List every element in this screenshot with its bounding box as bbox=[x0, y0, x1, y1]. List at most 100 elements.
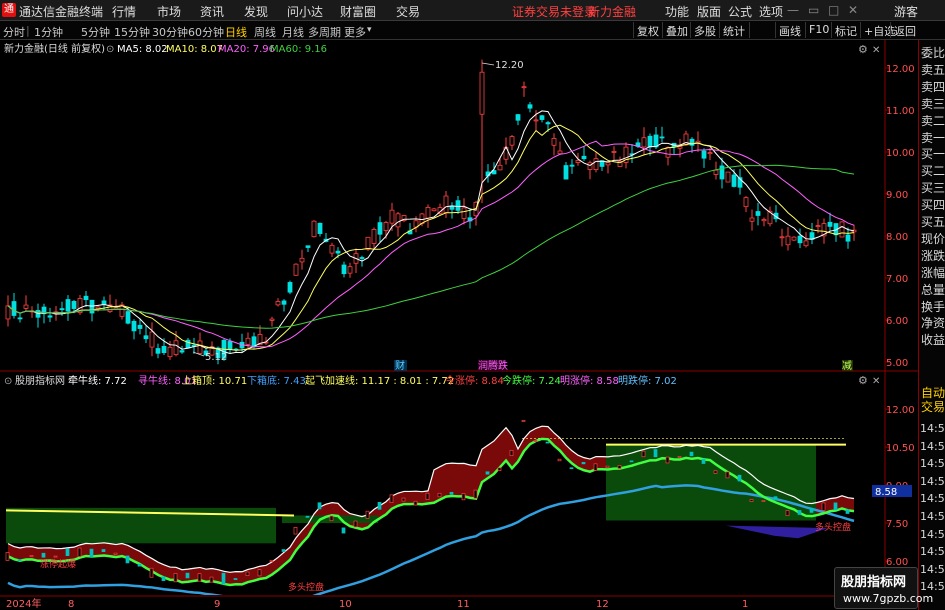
f10-button[interactable]: F10 bbox=[805, 22, 832, 38]
ma20-label: MA20: 7.96 bbox=[218, 44, 275, 55]
multi-stock-button[interactable]: 多股 bbox=[690, 22, 719, 38]
tick-time-7: 14:56 bbox=[920, 545, 945, 559]
sidebar-item-9[interactable]: 买四 bbox=[921, 198, 945, 212]
period-daily[interactable]: 日线 bbox=[225, 24, 247, 40]
restore-icon[interactable]: ▭ bbox=[808, 3, 819, 17]
indicator-close-icon[interactable]: ✕ bbox=[872, 376, 880, 387]
indicator-candle bbox=[485, 471, 490, 475]
indicator-candle bbox=[365, 510, 370, 519]
title-bar: 通 通达信金融终端 行情 市场 资讯 发现 问小达 财富圈 交易 证券交易未登录… bbox=[0, 0, 945, 21]
menu-item-discover[interactable]: 发现 bbox=[244, 3, 268, 20]
sidebar-item-12[interactable]: 涨跌 bbox=[921, 249, 945, 263]
auto-trade-button[interactable]: 自动交易 bbox=[921, 386, 945, 414]
period-30min[interactable]: 30分钟 bbox=[152, 24, 188, 40]
indicator-candle bbox=[281, 549, 286, 552]
chart-area[interactable]: 12.00 11.00 10.00 9.00 8.00 7.00 6.00 5.00 12.0… bbox=[0, 40, 918, 609]
sidebar-item-3[interactable]: 卖三 bbox=[921, 97, 945, 111]
mark-button[interactable]: 标记 bbox=[831, 22, 860, 38]
indicator-candle bbox=[593, 463, 598, 471]
candle-body bbox=[533, 119, 539, 122]
period-15min[interactable]: 15分钟 bbox=[114, 24, 150, 40]
candle-body bbox=[359, 257, 365, 259]
sidebar-item-7[interactable]: 买二 bbox=[921, 164, 945, 178]
panel-close-icon[interactable]: ✕ bbox=[872, 45, 880, 56]
sidebar-item-17[interactable]: 收益 bbox=[921, 333, 945, 347]
sidebar-item-0[interactable]: 委比 bbox=[921, 46, 945, 60]
period-5min[interactable]: 5分钟 bbox=[81, 24, 110, 40]
fuquan-button[interactable]: 复权 bbox=[633, 22, 662, 38]
settings-gear-icon[interactable]: ⚙ bbox=[858, 43, 868, 56]
sidebar-item-13[interactable]: 涨幅 bbox=[921, 266, 945, 280]
overlay-button[interactable]: 叠加 bbox=[662, 22, 691, 38]
menu-function[interactable]: 功能 bbox=[665, 3, 689, 20]
menu-options[interactable]: 选项 bbox=[759, 3, 783, 20]
tick-time-1: 14:56 bbox=[920, 439, 945, 453]
indicator-toggle-icon[interactable]: ⊙ bbox=[4, 376, 12, 387]
candle-body bbox=[275, 301, 281, 306]
period-monthly[interactable]: 月线 bbox=[282, 24, 304, 40]
candle-body bbox=[311, 220, 317, 238]
price-axis-label: 11.00 bbox=[886, 106, 915, 117]
sidebar-item-11[interactable]: 现价 bbox=[921, 232, 945, 246]
menu-item-wenxiaoda[interactable]: 问小达 bbox=[287, 3, 323, 20]
sidebar-item-6[interactable]: 买一 bbox=[921, 147, 945, 161]
statistics-button[interactable]: 统计 bbox=[719, 22, 748, 38]
candle-body bbox=[785, 235, 791, 246]
maximize-icon[interactable]: □ bbox=[828, 3, 839, 17]
candle-body bbox=[65, 299, 71, 312]
period-60min[interactable]: 60分钟 bbox=[188, 24, 224, 40]
minimize-icon[interactable]: — bbox=[787, 3, 799, 17]
close-icon[interactable]: ✕ bbox=[848, 3, 858, 17]
menu-item-caifuquan[interactable]: 财富圈 bbox=[340, 3, 376, 20]
indicator-candle bbox=[545, 441, 550, 444]
menu-formula[interactable]: 公式 bbox=[728, 3, 752, 20]
sidebar-item-8[interactable]: 买三 bbox=[921, 181, 945, 195]
login-notice[interactable]: 证券交易未登录 bbox=[512, 3, 596, 20]
period-1min[interactable]: 1分钟 bbox=[34, 24, 63, 40]
back-button[interactable]: 返回 bbox=[890, 22, 919, 38]
period-fenshi[interactable]: 分时 bbox=[3, 24, 25, 40]
period-multi[interactable]: 多周期 bbox=[308, 24, 341, 40]
more-chevron-icon[interactable]: ▾ bbox=[367, 25, 372, 35]
indicator-candle bbox=[233, 578, 238, 580]
sidebar-item-10[interactable]: 买五 bbox=[921, 215, 945, 229]
ma-toggle-icon[interactable]: ⊙ bbox=[106, 44, 114, 55]
sidebar-item-15[interactable]: 换手 bbox=[921, 300, 945, 314]
indicator-candle bbox=[557, 458, 562, 462]
menu-item-news[interactable]: 资讯 bbox=[200, 3, 224, 20]
candle-body bbox=[713, 169, 719, 175]
draw-line-button[interactable]: 画线 bbox=[775, 22, 804, 38]
period-more[interactable]: 更多 bbox=[344, 24, 366, 40]
candle-body bbox=[131, 320, 137, 332]
indicator-candle bbox=[389, 494, 394, 504]
indicator-candle bbox=[509, 450, 514, 457]
sidebar-item-4[interactable]: 卖二 bbox=[921, 114, 945, 128]
guest-label[interactable]: 游客 bbox=[894, 3, 918, 20]
sidebar-item-14[interactable]: 总量 bbox=[921, 283, 945, 297]
stock-link[interactable]: 新力金融 bbox=[588, 3, 636, 20]
sidebar-item-1[interactable]: 卖五 bbox=[921, 63, 945, 77]
candle-body bbox=[521, 86, 527, 89]
sidebar-item-2[interactable]: 卖四 bbox=[921, 80, 945, 94]
period-weekly[interactable]: 周线 bbox=[254, 24, 276, 40]
indicator-axis-label: 12.00 bbox=[886, 405, 915, 416]
sidebar-item-5[interactable]: 卖一 bbox=[921, 131, 945, 145]
indicator-candle bbox=[89, 548, 94, 558]
annotation-bull-control-2: 多头控盘 bbox=[815, 521, 851, 533]
x-label-jan: 1 bbox=[742, 599, 748, 609]
event-mark-finance-text: 财 bbox=[395, 359, 405, 372]
indicator-candle bbox=[641, 450, 646, 458]
indicator-gear-icon[interactable]: ⚙ bbox=[858, 374, 868, 387]
menu-item-market[interactable]: 市场 bbox=[157, 3, 181, 20]
price-axis-label: 10.00 bbox=[886, 148, 915, 159]
candle-body bbox=[425, 207, 431, 219]
candle-body bbox=[101, 300, 107, 305]
app-logo-icon: 通 bbox=[2, 3, 16, 17]
menu-item-trade[interactable]: 交易 bbox=[396, 3, 420, 20]
candle-body bbox=[341, 264, 347, 275]
sidebar-item-16[interactable]: 净资 bbox=[921, 316, 945, 330]
menu-layout[interactable]: 版面 bbox=[697, 3, 721, 20]
indicator-candle bbox=[845, 509, 850, 514]
candle-body bbox=[125, 311, 131, 324]
menu-item-hq[interactable]: 行情 bbox=[112, 3, 136, 20]
